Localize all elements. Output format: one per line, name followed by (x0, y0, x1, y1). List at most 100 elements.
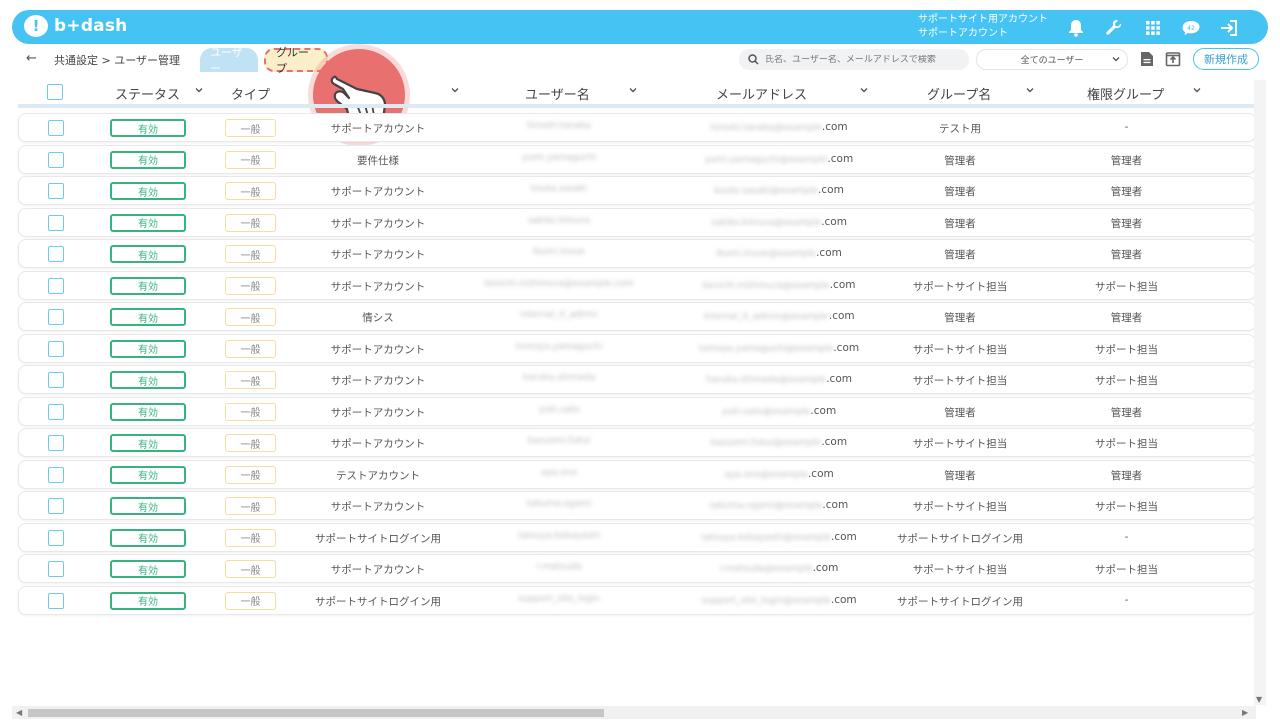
status-badge: 有効 (110, 213, 186, 232)
row-checkbox[interactable] (48, 372, 64, 388)
select-all-checkbox[interactable] (47, 84, 63, 100)
row-checkbox[interactable] (48, 183, 64, 199)
row-checkbox[interactable] (48, 214, 64, 231)
user-filter-select[interactable]: 全てのユーザー (976, 49, 1128, 70)
username: support_site_login (518, 593, 600, 604)
username: ikumi.inoue (532, 247, 586, 257)
permission-group: サポート担当 (1095, 343, 1158, 356)
table-row[interactable]: 有効 一般 サポートアカウント ikumi.inoue ikumi.inoue@exam… (18, 239, 1256, 268)
group-name: 管理者 (944, 186, 976, 198)
row-checkbox[interactable] (48, 277, 64, 294)
status-badge: 有効 (110, 402, 186, 421)
row-checkbox[interactable] (48, 435, 64, 451)
import-upload-icon[interactable] (1165, 51, 1181, 67)
chevron-down-icon[interactable] (194, 85, 204, 95)
column-permission[interactable]: 権限グループ (1087, 84, 1164, 103)
email-local-part: ikumi.inoue@example (716, 249, 817, 259)
table-row[interactable]: 有効 一般 サポートアカウント kazuomi.fukui kazuomi.fukui@… (18, 428, 1256, 457)
row-checkbox[interactable] (48, 120, 64, 136)
column-group[interactable]: グループ名 (927, 84, 991, 103)
account-info[interactable]: サポートサイト用アカウント サポートアカウント (918, 13, 1048, 41)
row-checkbox[interactable] (48, 340, 64, 357)
table-row[interactable]: 有効 一般 サポートサイトログイン用 support_site_login suppor… (18, 585, 1256, 615)
breadcrumb: 共通設定 > ユーザー管理 (54, 54, 180, 67)
scroll-down-icon[interactable]: ▼ (1256, 695, 1262, 704)
permission-group: 管理者 (1110, 406, 1143, 419)
chevron-down-icon[interactable] (450, 85, 460, 95)
chevron-down-icon[interactable] (1192, 85, 1202, 95)
scroll-left-icon[interactable]: ◀ (16, 708, 22, 717)
type-badge: 一般 (225, 402, 276, 421)
email: ikumi.inoue@example.com (669, 247, 889, 259)
group-name: サポートサイト担当 (912, 343, 1008, 356)
table-row[interactable]: 有効 一般 サポートアカウント kouta.sasaki kouta.sasaki@ex… (18, 176, 1256, 205)
logo[interactable]: ! b+dash (24, 15, 127, 37)
table-row[interactable]: 有効 一般 要件仕様 yumi.yamaguchi yumi.yamaguchi@exa… (18, 144, 1256, 174)
chevron-down-icon[interactable] (628, 85, 638, 95)
row-checkbox[interactable] (48, 561, 64, 577)
group-name: サポートサイト担当 (912, 280, 1008, 293)
display-name: サポートアカウント (330, 280, 426, 293)
create-new-button[interactable]: 新規作成 (1193, 48, 1259, 70)
chevron-down-icon[interactable] (1025, 85, 1035, 95)
row-checkbox[interactable] (48, 498, 64, 514)
permission-group: 管理者 (1110, 186, 1143, 198)
table-row[interactable]: 有効 一般 サポートアカウント kenichi.nishimura@example.c… (18, 270, 1256, 300)
table-row[interactable]: 有効 一般 サポートアカウント tomoya.yamaguchi tomoya.yama… (18, 333, 1256, 363)
status-badge: 有効 (110, 119, 186, 137)
row-checkbox[interactable] (48, 466, 64, 483)
table-row[interactable]: 有効 一般 情シス internal_it_admin internal_it_admi… (18, 302, 1256, 331)
display-name: サポートアカウント (330, 217, 426, 230)
group-name: サポートサイトログイン用 (897, 595, 1023, 608)
scroll-right-icon[interactable]: ▶ (1242, 708, 1248, 717)
display-name: 情シス (362, 312, 394, 324)
table-row[interactable]: 有効 一般 サポートアカウント sakiko.kimura sakiko.kimura@… (18, 207, 1256, 237)
table-row[interactable]: 有効 一般 テストアカウント aya.ono aya.ono@example.com 管理… (18, 459, 1256, 489)
table-row[interactable]: 有効 一般 サポートサイトログイン用 tatsuya.kobayashi tatsuya… (18, 522, 1256, 552)
tab-users[interactable]: ユーザー (200, 46, 258, 75)
status-badge: 有効 (110, 591, 186, 610)
display-name: サポートサイトログイン用 (315, 595, 441, 608)
display-name: サポートアカウント (330, 249, 426, 261)
sub-toolbar: ← 共通設定 > ユーザー管理 ユーザー グループ 全てのユーザー 新規作成 (12, 44, 1268, 75)
column-username[interactable]: ユーザー名 (525, 84, 590, 103)
table-row[interactable]: 有効 一般 サポートアカウント r.matsuda r.matsuda@example.… (18, 554, 1256, 583)
row-checkbox[interactable] (48, 403, 64, 420)
table-row[interactable]: 有効 一般 サポートアカウント haruka.shimada haruka.shimad… (18, 365, 1256, 394)
row-checkbox[interactable] (48, 592, 64, 609)
account-line1: サポートサイト用アカウント (918, 14, 1048, 25)
email: haruka.shimada@example.com (669, 373, 889, 385)
table-row[interactable]: 有効 一般 サポートアカウント takuma.ogami takuma.ogami@ex… (18, 491, 1256, 520)
type-badge: 一般 (225, 465, 276, 484)
wrench-icon[interactable] (1103, 17, 1125, 39)
export-file-icon[interactable] (1140, 51, 1156, 67)
horizontal-scrollbar[interactable]: ◀ ▶ (12, 706, 1256, 719)
row-checkbox[interactable] (48, 246, 64, 262)
row-checkbox[interactable] (48, 309, 64, 325)
chat-icon[interactable]: 42 (1180, 17, 1202, 39)
permission-group: 管理者 (1110, 249, 1143, 261)
search-input[interactable] (765, 54, 955, 65)
group-name: 管理者 (944, 312, 976, 324)
account-line2: サポートアカウント (918, 28, 1008, 39)
logout-icon[interactable] (1218, 17, 1240, 39)
email-local-part: support_site_login@example (701, 595, 831, 606)
table-row[interactable]: 有効 一般 サポートアカウント yuki.sato yuki.sato@example.… (18, 396, 1256, 426)
row-checkbox[interactable] (48, 529, 64, 546)
back-arrow-icon[interactable]: ← (26, 51, 37, 66)
search-box[interactable] (739, 49, 969, 70)
column-email[interactable]: メールアドレス (716, 84, 807, 103)
chevron-down-icon[interactable] (859, 85, 869, 95)
username: kouta.sasaki (530, 184, 588, 194)
column-status[interactable]: ステータス (115, 84, 180, 103)
permission-group: - (1124, 121, 1129, 133)
horizontal-scroll-thumb[interactable] (28, 709, 604, 717)
vertical-scrollbar[interactable]: ▼ (1254, 80, 1266, 705)
bell-icon[interactable] (1065, 17, 1087, 39)
grid-icon[interactable] (1142, 17, 1164, 39)
table-row[interactable]: 有効 一般 サポートアカウント hiroshi.tanaka hiroshi.tanak… (18, 113, 1256, 142)
column-type[interactable]: タイプ (231, 84, 270, 103)
permission-group: サポート担当 (1095, 564, 1158, 576)
display-name: 要件仕様 (357, 154, 399, 167)
row-checkbox[interactable] (48, 151, 64, 168)
